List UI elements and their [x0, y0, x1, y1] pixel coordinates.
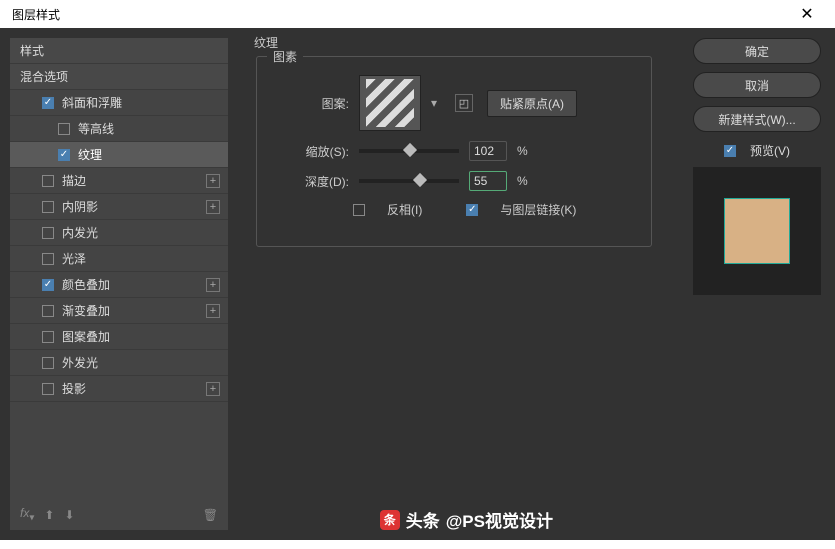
plus-icon[interactable]: +	[206, 174, 220, 188]
sidebar-item-texture[interactable]: ✓纹理	[10, 142, 228, 168]
depth-input[interactable]	[469, 171, 507, 191]
sidebar-item-gradient-overlay[interactable]: 渐变叠加+	[10, 298, 228, 324]
plus-icon[interactable]: +	[206, 304, 220, 318]
pct-label: %	[517, 144, 528, 158]
sidebar-item-inner-glow[interactable]: 内发光	[10, 220, 228, 246]
sidebar-footer: fx▾ ⬆ ⬇ 🗑	[10, 500, 228, 530]
depth-label: 深度(D):	[293, 173, 349, 190]
checkbox-icon[interactable]	[42, 201, 54, 213]
link-checkbox[interactable]: ✓	[466, 204, 478, 216]
watermark: 条 头条 @PS视觉设计	[380, 507, 553, 532]
checkbox-icon[interactable]	[42, 175, 54, 187]
scale-input[interactable]	[469, 141, 507, 161]
pattern-fieldset: 图素 图案: ▾ ◰ 贴紧原点(A) 缩放(S): % 深度(D):	[256, 56, 652, 247]
checkbox-icon[interactable]: ✓	[42, 279, 54, 291]
sidebar-item-inner-shadow[interactable]: 内阴影+	[10, 194, 228, 220]
invert-checkbox[interactable]	[353, 204, 365, 216]
preview-swatch	[724, 198, 790, 264]
dialog-title: 图层样式	[12, 6, 60, 23]
action-column: 确定 取消 新建样式(W)... ✓ 预览(V)	[693, 38, 821, 530]
watermark-prefix: 头条	[406, 507, 440, 532]
scale-label: 缩放(S):	[293, 143, 349, 160]
plus-icon[interactable]: +	[206, 278, 220, 292]
checkbox-icon[interactable]	[42, 305, 54, 317]
watermark-text: @PS视觉设计	[446, 507, 553, 532]
scale-slider[interactable]	[359, 149, 459, 153]
ok-button[interactable]: 确定	[693, 38, 821, 64]
close-icon[interactable]: ✕	[787, 4, 827, 24]
cancel-button[interactable]: 取消	[693, 72, 821, 98]
checkbox-icon[interactable]	[42, 227, 54, 239]
plus-icon[interactable]: +	[206, 200, 220, 214]
new-style-button[interactable]: 新建样式(W)...	[693, 106, 821, 132]
arrow-up-icon[interactable]: ⬆	[44, 508, 54, 522]
chevron-down-icon[interactable]: ▾	[431, 96, 441, 110]
pattern-preview-icon	[366, 79, 414, 127]
settings-panel: 纹理 图素 图案: ▾ ◰ 贴紧原点(A) 缩放(S): % 深度(D):	[240, 38, 681, 530]
new-preset-icon[interactable]: ◰	[455, 94, 473, 112]
fx-icon[interactable]: fx▾	[20, 506, 34, 523]
fieldset-label: 图素	[267, 48, 303, 65]
sidebar-item-bevel[interactable]: ✓斜面和浮雕	[10, 90, 228, 116]
invert-label: 反相(I)	[387, 201, 422, 218]
snap-origin-button[interactable]: 贴紧原点(A)	[487, 90, 577, 117]
checkbox-icon[interactable]	[42, 253, 54, 265]
sidebar-item-color-overlay[interactable]: ✓颜色叠加+	[10, 272, 228, 298]
checkbox-icon[interactable]	[58, 123, 70, 135]
watermark-badge-icon: 条	[380, 510, 400, 530]
titlebar: 图层样式 ✕	[0, 0, 835, 28]
preview-checkbox[interactable]: ✓	[724, 145, 736, 157]
preview-label: 预览(V)	[750, 142, 790, 159]
arrow-down-icon[interactable]: ⬇	[64, 508, 74, 522]
pattern-swatch[interactable]	[359, 75, 421, 131]
depth-slider[interactable]	[359, 179, 459, 183]
sidebar-item-satin[interactable]: 光泽	[10, 246, 228, 272]
sidebar-item-drop-shadow[interactable]: 投影+	[10, 376, 228, 402]
plus-icon[interactable]: +	[206, 382, 220, 396]
checkbox-icon[interactable]	[42, 331, 54, 343]
sidebar-item-contour[interactable]: 等高线	[10, 116, 228, 142]
sidebar-item-outer-glow[interactable]: 外发光	[10, 350, 228, 376]
styles-sidebar: 样式 混合选项 ✓斜面和浮雕 等高线 ✓纹理 描边+ 内阴影+ 内发光 光泽 ✓…	[10, 38, 228, 530]
checkbox-icon[interactable]: ✓	[42, 97, 54, 109]
trash-icon[interactable]: 🗑	[203, 508, 218, 522]
sidebar-header-blend[interactable]: 混合选项	[10, 64, 228, 90]
checkbox-icon[interactable]	[42, 357, 54, 369]
sidebar-item-stroke[interactable]: 描边+	[10, 168, 228, 194]
checkbox-icon[interactable]: ✓	[58, 149, 70, 161]
checkbox-icon[interactable]	[42, 383, 54, 395]
sidebar-item-pattern-overlay[interactable]: 图案叠加	[10, 324, 228, 350]
pct-label: %	[517, 174, 528, 188]
link-label: 与图层链接(K)	[500, 201, 576, 218]
sidebar-header-styles[interactable]: 样式	[10, 38, 228, 64]
preview-box	[693, 167, 821, 295]
pattern-label: 图案:	[293, 95, 349, 112]
